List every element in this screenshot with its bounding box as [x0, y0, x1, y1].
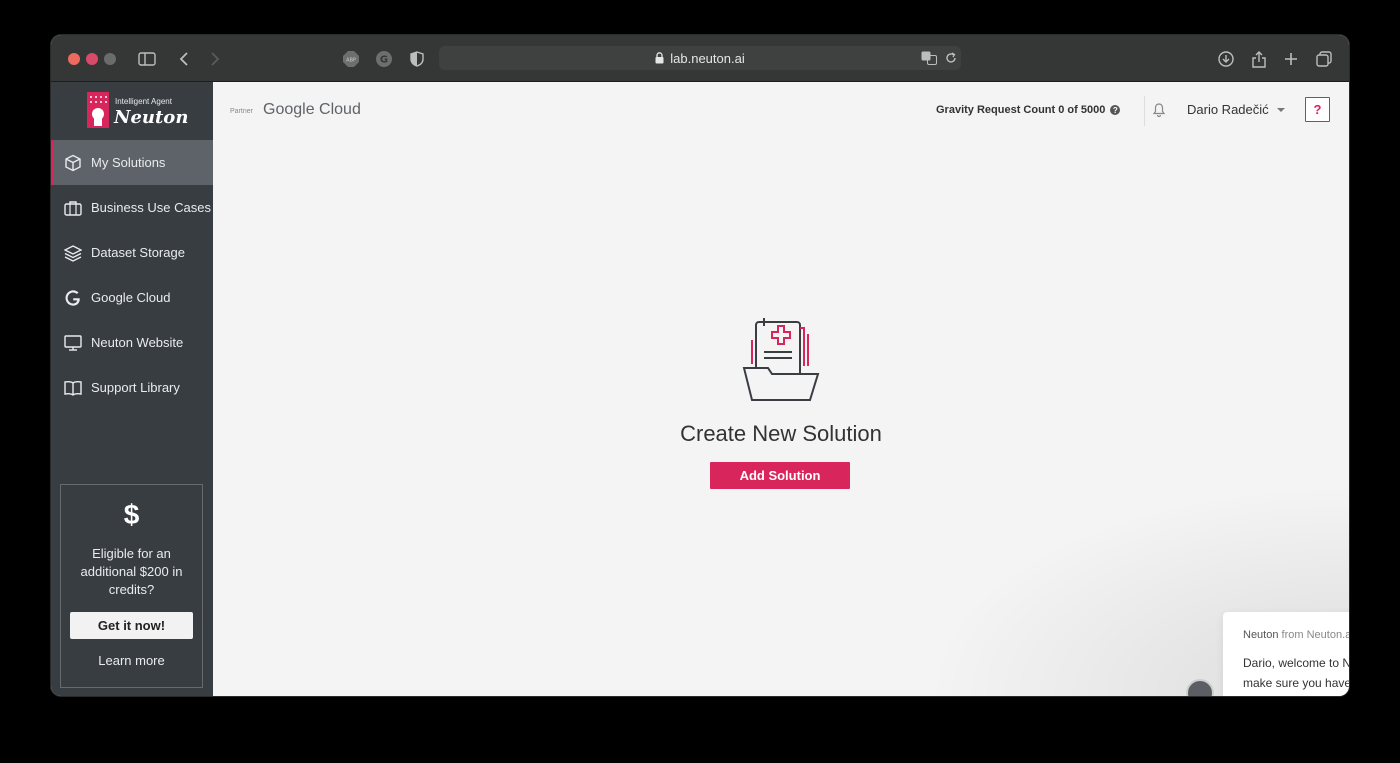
layers-icon	[64, 244, 82, 262]
google-cloud-brand: Google Cloud	[263, 101, 361, 118]
partner-label: Partner	[230, 108, 253, 115]
minimize-window-button[interactable]	[86, 53, 98, 65]
close-window-button[interactable]	[68, 53, 80, 65]
svg-text:ABP: ABP	[346, 58, 356, 64]
chat-message-preview[interactable]: Neuton from Neuton.ai Dario, welcome to …	[1223, 612, 1349, 696]
svg-text:G: G	[380, 55, 388, 66]
grammarly-icon[interactable]: G	[372, 47, 396, 71]
sidebar-item-label: Dataset Storage	[91, 245, 185, 260]
new-tab-icon[interactable]	[1279, 47, 1303, 71]
sidebar-item-support-library[interactable]: Support Library	[51, 365, 213, 410]
shield-icon[interactable]	[405, 47, 429, 71]
gravity-request-count: Gravity Request Count 0 of 5000 ?	[936, 104, 1121, 116]
translate-icon[interactable]	[921, 50, 937, 66]
browser-toolbar: ABP G lab.neuton.ai	[51, 35, 1349, 82]
chat-avatar	[1186, 679, 1214, 696]
chat-sender-suffix: from Neuton.ai	[1281, 629, 1349, 641]
logo-name: Neuton	[114, 107, 189, 128]
book-icon	[64, 379, 82, 397]
zoom-window-button[interactable]	[104, 53, 116, 65]
add-solution-button[interactable]: Add Solution	[710, 462, 850, 489]
chat-sender-name: Neuton	[1243, 629, 1279, 641]
help-button[interactable]: ?	[1305, 97, 1330, 122]
lock-icon	[655, 52, 664, 64]
header-divider	[1144, 96, 1145, 126]
question-circle-icon[interactable]: ?	[1110, 105, 1121, 115]
download-icon[interactable]	[1214, 47, 1238, 71]
sidebar-item-label: Support Library	[91, 380, 180, 395]
logo-mark-icon	[87, 92, 109, 128]
credits-message: Eligible for an additional $200 in credi…	[80, 546, 183, 597]
gravity-request-count-text: Gravity Request Count 0 of 5000	[936, 104, 1106, 116]
dollar-icon: $	[123, 499, 140, 530]
learn-more-link[interactable]: Learn more	[61, 653, 202, 668]
credits-promo: $ Eligible for an additional $200 in cre…	[60, 484, 203, 688]
google-icon	[64, 289, 82, 307]
sidebar-item-dataset-storage[interactable]: Dataset Storage	[51, 230, 213, 275]
logo-subtitle: Intelligent Agent	[115, 97, 172, 106]
main-content: Create New Solution Add Solution Neuton …	[213, 140, 1349, 696]
page-title: Create New Solution	[680, 421, 882, 446]
sidebar-item-neuton-website[interactable]: Neuton Website	[51, 320, 213, 365]
reload-icon[interactable]	[943, 50, 959, 66]
share-icon[interactable]	[1247, 47, 1271, 71]
cube-icon	[64, 154, 82, 172]
bell-icon[interactable]	[1152, 102, 1166, 118]
forward-icon[interactable]	[203, 47, 227, 71]
monitor-icon	[64, 334, 82, 352]
sidebar-item-label: Google Cloud	[91, 290, 171, 305]
sidebar-icon[interactable]	[135, 47, 159, 71]
sidebar-item-google-cloud[interactable]: Google Cloud	[51, 275, 213, 320]
user-name: Dario Radečić	[1187, 102, 1269, 117]
chat-sender: Neuton from Neuton.ai	[1243, 629, 1349, 641]
app-header: Partner Google Cloud Gravity Request Cou…	[213, 82, 1349, 140]
abp-icon[interactable]: ABP	[339, 47, 363, 71]
medical-folder-icon	[742, 318, 820, 401]
sidebar-item-label: Neuton Website	[91, 335, 184, 350]
address-bar[interactable]: lab.neuton.ai	[439, 46, 961, 70]
chevron-down-icon	[1276, 107, 1285, 112]
url-text: lab.neuton.ai	[670, 50, 745, 66]
back-icon[interactable]	[172, 47, 196, 71]
sidebar-item-label: Business Use Cases	[91, 200, 211, 215]
user-menu[interactable]: Dario Radečić	[1187, 102, 1285, 117]
sidebar-item-business-use-cases[interactable]: Business Use Cases	[51, 185, 213, 230]
chat-message-text: Dario, welcome to Neuton.ai 🙌 Please mak…	[1243, 656, 1349, 690]
neuton-logo[interactable]: Intelligent Agent Neuton	[87, 92, 188, 128]
sidebar-item-label: My Solutions	[91, 155, 166, 170]
get-it-now-button[interactable]: Get it now!	[70, 612, 193, 639]
briefcase-icon	[64, 199, 82, 217]
tabs-overview-icon[interactable]	[1312, 47, 1336, 71]
browser-window: ABP G lab.neuton.ai Intelligent Agent Ne…	[51, 35, 1349, 696]
sidebar-item-my-solutions[interactable]: My Solutions	[51, 140, 213, 185]
sidebar: Intelligent Agent Neuton My Solutions Bu…	[51, 82, 213, 696]
